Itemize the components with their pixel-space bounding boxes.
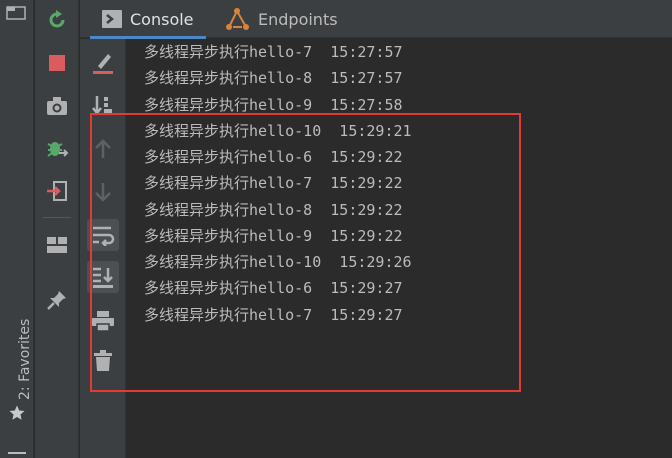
sort-button[interactable] bbox=[87, 89, 119, 121]
log-line: 多线程异步执行hello-10 15:29:21 bbox=[144, 122, 412, 140]
project-window-icon[interactable] bbox=[6, 6, 26, 20]
log-line: 多线程异步执行hello-9 15:29:22 bbox=[144, 227, 403, 245]
log-line: 多线程异步执行hello-7 15:29:22 bbox=[144, 174, 403, 192]
rerun-icon bbox=[49, 10, 65, 28]
stop-icon bbox=[49, 55, 65, 71]
up-arrow-icon bbox=[95, 139, 111, 158]
sort-icon bbox=[92, 96, 112, 116]
tab-endpoints[interactable]: Endpoints bbox=[214, 0, 350, 38]
scroll-to-end-icon bbox=[93, 267, 113, 288]
console-output[interactable]: 多线程异步执行hello-7 15:27:57 多线程异步执行hello-8 1… bbox=[126, 39, 672, 458]
clear-all-button[interactable] bbox=[87, 47, 119, 79]
print-icon bbox=[92, 311, 114, 332]
toolbar-separator bbox=[43, 217, 71, 218]
down-arrow-icon bbox=[95, 183, 111, 202]
console-icon bbox=[102, 10, 122, 28]
debug-attach-icon bbox=[47, 142, 69, 157]
log-line: 多线程异步执行hello-10 15:29:26 bbox=[144, 253, 412, 271]
log-line: 多线程异步执行hello-7 15:27:57 bbox=[144, 43, 403, 61]
tab-endpoints-label: Endpoints bbox=[258, 9, 338, 29]
tab-console-label: Console bbox=[130, 9, 194, 29]
tab-console[interactable]: Console bbox=[90, 0, 206, 39]
dump-threads-button[interactable] bbox=[45, 94, 69, 118]
camera-icon bbox=[47, 97, 67, 115]
rerun-button[interactable] bbox=[45, 8, 69, 32]
scroll-up-button[interactable] bbox=[87, 133, 119, 165]
scroll-down-button[interactable] bbox=[87, 176, 119, 208]
scroll-to-end-button[interactable] bbox=[87, 261, 119, 293]
log-line: 多线程异步执行hello-9 15:27:58 bbox=[144, 96, 403, 114]
log-line: 多线程异步执行hello-7 15:29:27 bbox=[144, 306, 403, 324]
star-icon bbox=[9, 405, 25, 420]
clear-icon bbox=[93, 54, 113, 74]
log-line: 多线程异步执行hello-8 15:27:57 bbox=[144, 69, 403, 87]
soft-wrap-button[interactable] bbox=[87, 219, 119, 251]
exit-button[interactable] bbox=[45, 179, 69, 203]
tab-bar: Console Endpoints bbox=[80, 0, 672, 39]
trash-icon bbox=[94, 350, 112, 371]
exit-icon bbox=[47, 181, 67, 201]
log-line: 多线程异步执行hello-8 15:29:22 bbox=[144, 201, 403, 219]
favorites-tab[interactable]: 2: Favorites bbox=[0, 296, 34, 428]
stop-button[interactable] bbox=[45, 51, 69, 75]
soft-wrap-icon bbox=[93, 226, 115, 246]
delete-button[interactable] bbox=[87, 345, 119, 377]
pin-tab-button[interactable] bbox=[45, 288, 69, 312]
strip-divider bbox=[8, 452, 26, 454]
favorites-label: 2: Favorites bbox=[17, 318, 33, 400]
debug-attach-button[interactable] bbox=[45, 137, 69, 161]
console-toolbar bbox=[80, 39, 126, 458]
tool-window-strip: 2: Favorites bbox=[0, 0, 34, 458]
restore-layout-button[interactable] bbox=[45, 233, 69, 257]
layout-icon bbox=[47, 237, 67, 253]
endpoints-icon bbox=[226, 8, 249, 30]
pin-icon bbox=[47, 291, 66, 310]
log-line: 多线程异步执行hello-6 15:29:22 bbox=[144, 148, 403, 166]
run-toolbar bbox=[35, 0, 79, 458]
print-button[interactable] bbox=[87, 305, 119, 337]
log-line: 多线程异步执行hello-6 15:29:27 bbox=[144, 279, 403, 297]
